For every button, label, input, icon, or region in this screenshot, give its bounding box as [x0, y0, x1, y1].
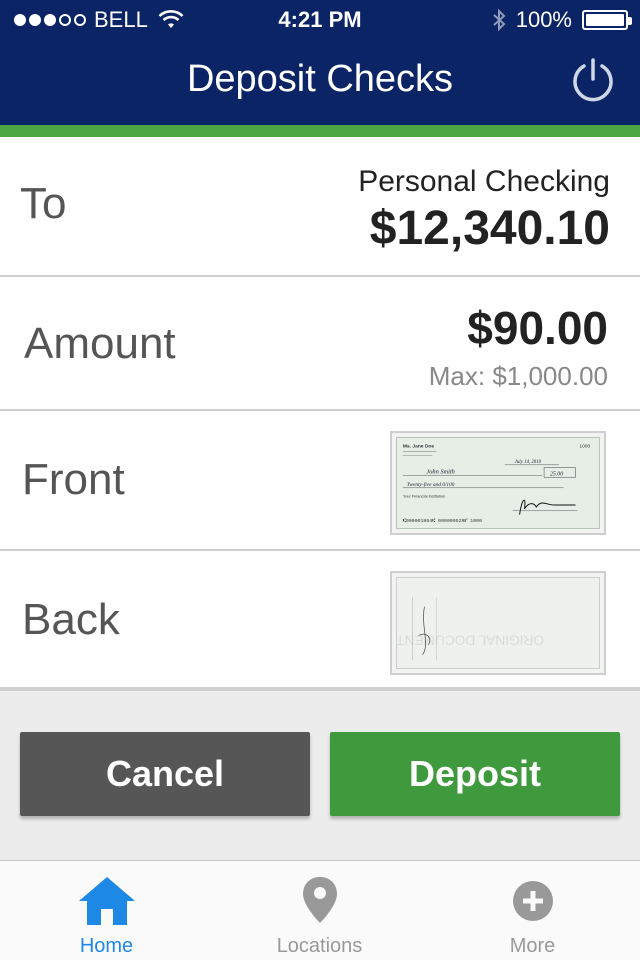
- front-check-thumbnail[interactable]: Ms. Jane Doe 1000 July 14, 2010 John Smi…: [390, 431, 606, 535]
- deposit-form: To Personal Checking $12,340.10 Amount $…: [0, 137, 640, 691]
- front-image-row[interactable]: Front Ms. Jane Doe 1000 July 14, 2010 Jo…: [0, 411, 640, 551]
- cancel-button[interactable]: Cancel: [20, 732, 310, 816]
- to-label: To: [20, 179, 67, 228]
- amount-value: $90.00: [467, 302, 608, 354]
- status-bar: BELL 4:21 PM 100%: [0, 0, 640, 40]
- amount-row[interactable]: Amount $90.00 Max: $1,000.00: [0, 277, 640, 411]
- front-label: Front: [22, 455, 125, 504]
- battery-percent: 100%: [515, 7, 572, 32]
- check-payer: Ms. Jane Doe: [403, 444, 435, 450]
- battery-icon: [582, 10, 632, 30]
- deposit-button[interactable]: Deposit: [330, 732, 620, 816]
- page-title: Deposit Checks: [186, 58, 454, 100]
- account-name: Personal Checking: [358, 165, 610, 198]
- back-image-row[interactable]: Back ORIGINAL DOCUMENT: [0, 551, 640, 691]
- check-micr: ⑆000001864⑆ 000000529⑈ 1000: [403, 518, 482, 524]
- accent-divider: [0, 125, 640, 137]
- top-bar: BELL 4:21 PM 100% Deposit Checks: [0, 0, 640, 125]
- tab-home-label: Home: [79, 935, 134, 957]
- tab-more[interactable]: More: [426, 861, 639, 960]
- tab-more-label: More: [509, 935, 556, 957]
- plus-circle-icon: [512, 881, 553, 921]
- back-check-thumbnail[interactable]: ORIGINAL DOCUMENT: [390, 571, 606, 675]
- check-payee: John Smith: [426, 468, 454, 475]
- tab-locations[interactable]: Locations: [213, 861, 426, 960]
- check-back-image: ORIGINAL DOCUMENT: [396, 577, 600, 669]
- check-number: 1000: [579, 444, 590, 450]
- check-bank: Your Financial Institution: [403, 493, 445, 498]
- check-date: July 14, 2010: [515, 460, 542, 465]
- action-area: Cancel Deposit: [0, 720, 640, 860]
- check-written-amount: Twenty-five and 0/100: [407, 481, 455, 488]
- bluetooth-icon: [493, 9, 506, 31]
- power-icon[interactable]: [570, 57, 616, 103]
- tab-locations-label: Locations: [276, 935, 363, 957]
- account-balance: $12,340.10: [369, 202, 610, 255]
- back-label: Back: [22, 595, 120, 644]
- home-icon: [78, 877, 135, 925]
- back-watermark: ORIGINAL DOCUMENT: [397, 632, 544, 647]
- to-account-row[interactable]: To Personal Checking $12,340.10: [0, 137, 640, 277]
- amount-label: Amount: [24, 319, 176, 368]
- status-right: 100%: [492, 7, 632, 33]
- check-amount: 25.00: [550, 471, 563, 477]
- check-front-image: Ms. Jane Doe 1000 July 14, 2010 John Smi…: [396, 437, 600, 529]
- amount-max: Max: $1,000.00: [428, 361, 608, 391]
- location-pin-icon: [302, 877, 337, 923]
- tab-home[interactable]: Home: [0, 861, 213, 960]
- tab-bar: Home Locations More: [0, 860, 640, 960]
